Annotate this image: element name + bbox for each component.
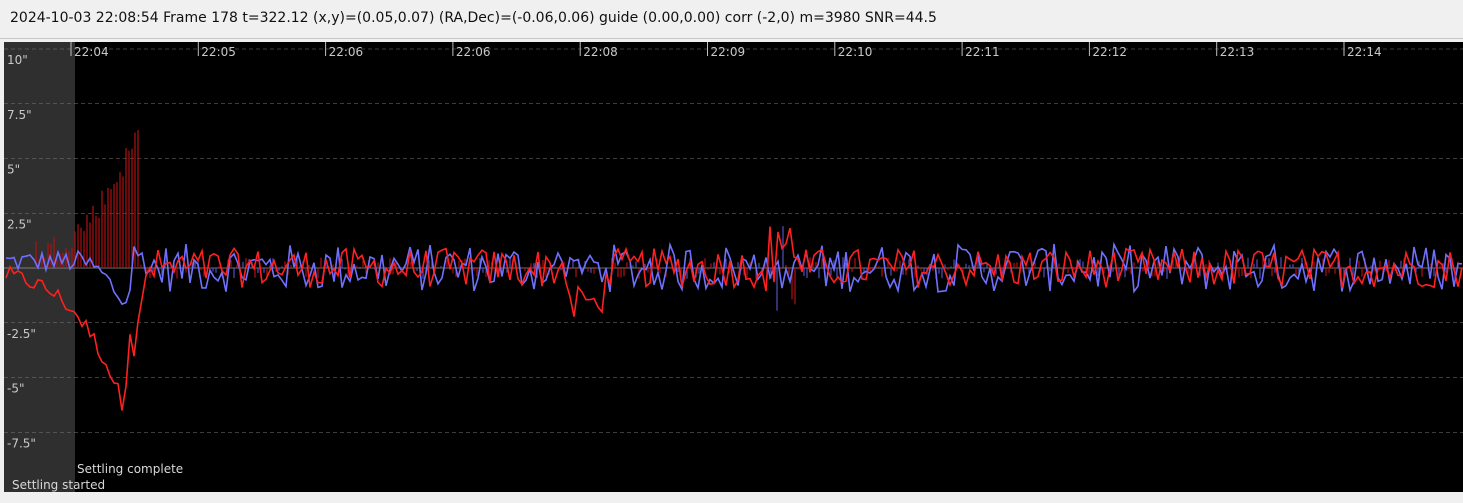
y-axis-label: -7.5" xyxy=(7,436,36,450)
y-axis-label: 7.5" xyxy=(7,108,32,122)
bottom-strip xyxy=(0,492,1463,503)
time-label: 22:04 xyxy=(74,45,109,59)
time-label: 22:06 xyxy=(456,45,491,59)
y-axis-label: 10" xyxy=(7,53,28,67)
status-text: 2024-10-03 22:08:54 Frame 178 t=322.12 (… xyxy=(10,10,937,26)
time-label: 22:10 xyxy=(838,45,873,59)
status-bar: 2024-10-03 22:08:54 Frame 178 t=322.12 (… xyxy=(0,0,1463,39)
time-label: 22:12 xyxy=(1092,45,1127,59)
settling-started-label: Settling started xyxy=(12,478,105,492)
guiding-graph[interactable]: 22:04 22:05 22:06 22:06 22:08 22:09 22:10 22:11… xyxy=(4,42,1463,492)
time-axis: 22:04 22:05 22:06 22:06 22:08 22:09 22:10 22:11… xyxy=(70,42,1382,59)
y-axis-label: 2.5" xyxy=(7,217,32,231)
time-label: 22:11 xyxy=(965,45,1000,59)
y-axis-label: 5" xyxy=(7,163,20,177)
y-axis-label: -2.5" xyxy=(7,327,36,341)
time-label: 22:14 xyxy=(1347,45,1382,59)
correction-bars xyxy=(35,130,1462,311)
time-label: 22:05 xyxy=(201,45,236,59)
time-label: 22:13 xyxy=(1220,45,1255,59)
settling-complete-label: Settling complete xyxy=(77,462,183,476)
time-label: 22:09 xyxy=(711,45,746,59)
dec-trace xyxy=(5,226,1463,411)
grid-lines xyxy=(4,48,1463,433)
y-axis-label: -5" xyxy=(7,382,24,396)
time-label: 22:06 xyxy=(329,45,364,59)
time-label: 22:08 xyxy=(583,45,618,59)
graph-canvas[interactable]: 22:04 22:05 22:06 22:06 22:08 22:09 22:10 22:11… xyxy=(4,42,1463,492)
